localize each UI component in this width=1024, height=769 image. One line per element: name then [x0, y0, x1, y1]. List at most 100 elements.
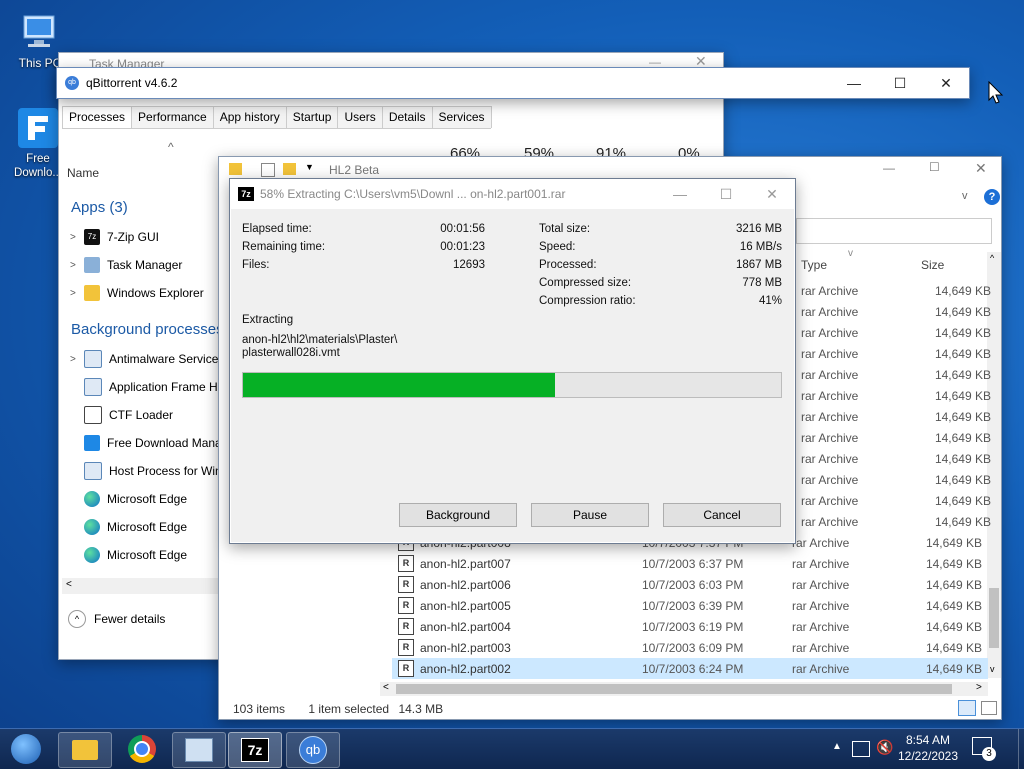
taskbar-chrome[interactable] [116, 732, 168, 766]
file-row[interactable]: rar Archive 14,649 KB [801, 322, 991, 343]
status-selected: 1 item selected [308, 702, 390, 716]
file-row[interactable]: rar Archive 14,649 KB [801, 490, 991, 511]
file-row[interactable]: Ranon-hl2.part007 10/7/2003 6:37 PM rar Ar… [392, 553, 988, 574]
maximize-icon[interactable]: ☐ [929, 160, 940, 174]
background-processes-header: Background processes [71, 321, 224, 338]
file-row[interactable]: Ranon-hl2.part006 10/7/2003 6:03 PM rar Ar… [392, 574, 988, 595]
file-row[interactable]: rar Archive 14,649 KB [801, 427, 991, 448]
column-header-size[interactable]: Size [921, 258, 944, 272]
file-row[interactable]: Ranon-hl2.part003 10/7/2003 6:09 PM rar Ar… [392, 637, 988, 658]
background-button[interactable]: Background [399, 503, 517, 527]
column-header-name[interactable]: Name [67, 166, 99, 180]
file-size: 14,649 KB [925, 661, 982, 676]
volume-muted-icon[interactable]: 🔇 [876, 739, 893, 756]
file-row[interactable]: Ranon-hl2.part004 10/7/2003 6:19 PM rar Ar… [392, 616, 988, 637]
process-row[interactable]: >7z 7-Zip GUI [70, 226, 159, 248]
chevron-right-icon[interactable]: > [70, 232, 84, 243]
file-row[interactable]: rar Archive 14,649 KB [801, 280, 991, 301]
search-box[interactable] [796, 218, 992, 244]
tab-app-history[interactable]: App history [212, 106, 287, 128]
chevron-down-icon[interactable]: v [990, 664, 995, 674]
process-row[interactable]: Application Frame H [70, 376, 218, 398]
cancel-button[interactable]: Cancel [663, 503, 781, 527]
file-row[interactable]: rar Archive 14,649 KB [801, 448, 991, 469]
details-view-icon[interactable] [958, 700, 976, 716]
file-row[interactable]: rar Archive 14,649 KB [801, 406, 991, 427]
file-row[interactable]: rar Archive 14,649 KB [801, 385, 991, 406]
horizontal-scrollbar[interactable]: < [62, 578, 218, 594]
expand-ribbon-chevron-icon[interactable]: v [962, 190, 968, 202]
file-row[interactable]: rar Archive 14,649 KB [801, 469, 991, 490]
sort-chevron-icon: v [848, 248, 853, 259]
minimize-icon[interactable]: — [883, 161, 895, 175]
sevenzip-titlebar[interactable]: 7z 58% Extracting C:\Users\vm5\Downl ...… [230, 179, 795, 209]
process-row[interactable]: > Task Manager [70, 254, 182, 276]
maximize-button[interactable]: ☐ [703, 179, 749, 209]
file-row[interactable]: Ranon-hl2.part002 10/7/2003 6:24 PM rar Ar… [392, 658, 988, 679]
tab-processes[interactable]: Processes [62, 106, 133, 128]
action-center-button[interactable]: 3 [972, 737, 996, 761]
scrollbar-thumb[interactable] [396, 684, 952, 694]
process-row[interactable]: > Windows Explorer [70, 282, 204, 304]
close-button[interactable]: ✕ [923, 68, 969, 98]
chevron-left-icon[interactable]: < [383, 682, 389, 693]
chevron-up-icon[interactable]: ^ [990, 253, 994, 263]
file-row[interactable]: rar Archive 14,649 KB [801, 511, 991, 532]
minimize-button[interactable]: — [831, 68, 877, 98]
tab-startup[interactable]: Startup [285, 106, 339, 128]
taskbar-task-manager[interactable] [172, 732, 226, 768]
maximize-button[interactable]: ☐ [877, 68, 923, 98]
file-row[interactable]: rar Archive 14,649 KB [801, 364, 991, 385]
process-row[interactable]: Microsoft Edge [70, 544, 187, 566]
process-row[interactable]: CTF Loader [70, 404, 173, 426]
chevron-right-icon[interactable]: > [976, 682, 982, 693]
scrollbar-thumb[interactable] [989, 588, 999, 648]
process-name: Microsoft Edge [107, 548, 188, 562]
file-name: anon-hl2.part004 [420, 619, 511, 634]
computer-icon [20, 12, 60, 52]
large-icons-view-icon[interactable] [981, 701, 997, 715]
tab-users[interactable]: Users [337, 106, 383, 128]
taskbar-7zip[interactable]: 7z [228, 732, 282, 768]
tab-performance[interactable]: Performance [131, 106, 214, 128]
close-button[interactable]: ✕ [749, 179, 795, 209]
taskbar-qbittorrent[interactable]: qb [286, 732, 340, 768]
help-icon[interactable]: ? [984, 189, 1000, 205]
clock[interactable]: 8:54 AM 12/22/2023 [896, 732, 960, 764]
process-row[interactable]: Microsoft Edge [70, 516, 187, 538]
process-row[interactable]: Free Download Mana [70, 432, 222, 454]
column-header-type[interactable]: Type [801, 258, 827, 272]
chevron-right-icon[interactable]: > [70, 288, 84, 299]
rar-archive-icon: R [398, 639, 414, 656]
file-date: 10/7/2003 6:09 PM [642, 640, 744, 655]
start-button[interactable] [2, 732, 50, 766]
rar-archive-icon: R [398, 555, 414, 572]
chevron-right-icon[interactable]: > [70, 354, 84, 365]
pause-button[interactable]: Pause [531, 503, 649, 527]
fewer-details-button[interactable]: ^ Fewer details [68, 610, 165, 628]
close-icon[interactable]: ✕ [975, 160, 987, 177]
process-row[interactable]: > Antimalware Service [70, 348, 218, 370]
show-hidden-icons-icon[interactable]: ▲ [832, 741, 842, 752]
new-folder-icon[interactable] [283, 163, 296, 175]
properties-icon[interactable] [261, 163, 275, 177]
chevron-left-icon[interactable]: < [66, 579, 72, 590]
file-row[interactable]: rar Archive 14,649 KB [801, 343, 991, 364]
process-row[interactable]: Microsoft Edge [70, 488, 187, 510]
show-desktop-button[interactable] [1018, 729, 1024, 769]
tab-details[interactable]: Details [381, 106, 433, 128]
file-row[interactable]: Ranon-hl2.part005 10/7/2003 6:39 PM rar Ar… [392, 595, 988, 616]
process-row[interactable]: Host Process for Win [70, 460, 222, 482]
compressed-size-label: Compressed size: [539, 277, 632, 289]
minimize-button[interactable]: — [657, 179, 703, 209]
taskbar-explorer[interactable] [58, 732, 112, 768]
qbittorrent-titlebar[interactable]: qb qBittorrent v4.6.2 — ☐ ✕ [57, 68, 969, 98]
network-icon[interactable] [852, 741, 870, 757]
file-type: rar Archive [792, 535, 850, 550]
chevron-right-icon[interactable]: > [70, 260, 84, 271]
tab-services[interactable]: Services [431, 106, 492, 128]
explorer-horizontal-scrollbar[interactable]: < > [380, 682, 988, 696]
file-row[interactable]: rar Archive 14,649 KB [801, 301, 991, 322]
quick-access-dropdown-icon[interactable]: ▼ [305, 162, 314, 172]
qbittorrent-window[interactable]: qb qBittorrent v4.6.2 — ☐ ✕ [56, 67, 970, 99]
